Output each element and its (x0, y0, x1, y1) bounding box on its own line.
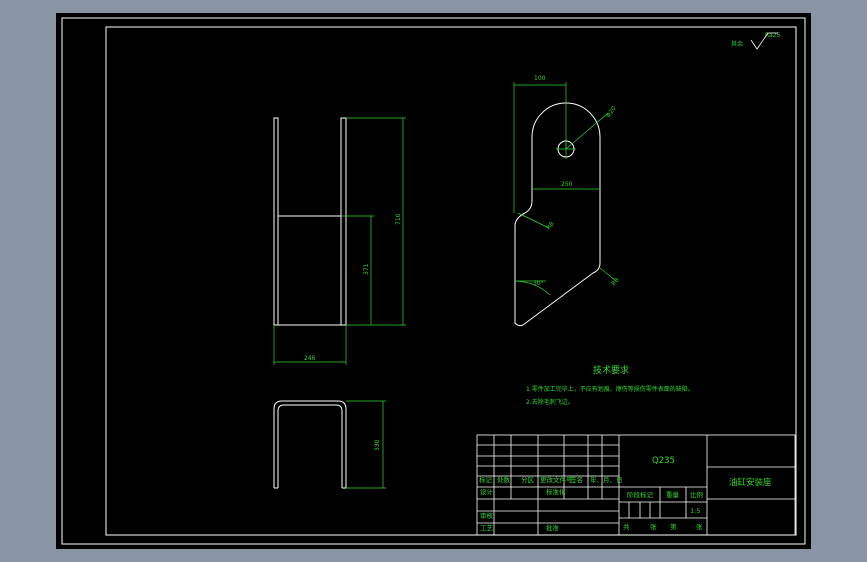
tb-sheets-unit: 张 (650, 522, 657, 531)
title-block-part-name: 油缸安装座 (729, 477, 772, 488)
side-view-dimensions (273, 117, 406, 365)
roughness-symbol: 其余 Ra25 (731, 32, 781, 50)
dim-hole: Φ20 (605, 105, 618, 119)
roughness-label: 其余 (731, 40, 743, 48)
inner-frame (105, 26, 797, 536)
cad-drawing: 其余 Ra25 710 371 246 330 100 Φ20 250 R8 R… (61, 17, 806, 545)
tb-process: 工艺 (480, 524, 494, 532)
dim-angle: 30° (533, 280, 544, 287)
side-view (273, 117, 347, 326)
tb-design: 设计 (480, 487, 494, 496)
outer-frame (61, 17, 806, 545)
tb-header-sign: 签名 (570, 475, 583, 484)
dim-inner-height: 371 (363, 263, 370, 275)
plate-view (514, 102, 601, 327)
dim-fillet-right: R8 (610, 277, 621, 288)
tb-sheet-no: 第 (670, 522, 677, 531)
dim-bottom-height: 330 (374, 439, 381, 451)
tb-header-doc: 更改文件号 (540, 475, 573, 484)
dim-top-width: 100 (534, 75, 546, 82)
tb-header-mark: 标记 (479, 475, 493, 484)
dim-side-width: 246 (304, 355, 316, 362)
tb-weight: 重量 (666, 491, 680, 499)
tb-header-count: 处数 (497, 475, 511, 484)
tb-header-date: 年、月、日 (590, 475, 623, 484)
tb-sheets-total: 共 (623, 522, 630, 531)
dim-side-height: 710 (395, 213, 402, 225)
tb-sheet-unit: 张 (696, 522, 703, 531)
tb-scale: 1:5 (690, 507, 700, 515)
bottom-view (273, 400, 347, 489)
tb-review: 审核 (480, 511, 494, 520)
tb-standardize: 标准化 (546, 487, 566, 496)
plate-view-dimensions (513, 82, 617, 296)
tb-ratio: 比例 (690, 490, 703, 499)
tech-requirements-title: 技术要求 (593, 364, 629, 376)
drawing-sheet: 其余 Ra25 710 371 246 330 100 Φ20 250 R8 R… (56, 13, 811, 549)
tb-stage-mark: 阶段标记 (627, 490, 654, 499)
tb-approve: 批准 (546, 523, 560, 532)
dim-fillet-left: R8 (545, 221, 556, 232)
tb-header-zone: 分区 (521, 475, 535, 484)
title-block-material: Q235 (652, 456, 675, 466)
tech-requirement-2: 2.去除毛刺飞边。 (526, 398, 574, 406)
dim-mid-width: 250 (561, 181, 573, 188)
tech-requirement-1: 1.零件加工完毕上，不应有划痕、擦伤等损伤零件表面的缺陷。 (526, 385, 694, 393)
